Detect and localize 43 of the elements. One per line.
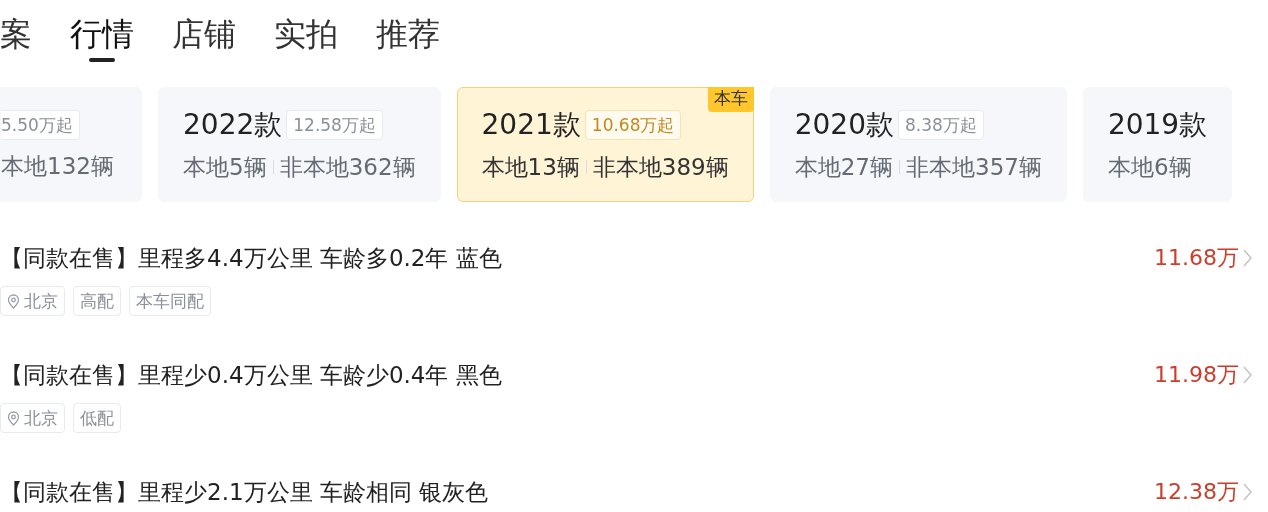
feature-tag: 低配 [73,403,121,433]
section-tab[interactable]: 案 [0,14,32,62]
chevron-right-icon [1243,366,1252,384]
local-count: 本地13辆 [481,152,580,181]
listing-price[interactable]: 12.38万 [1154,478,1239,506]
model-year: 2019款 [1107,108,1208,141]
price-tag: 8.38万起 [898,109,984,140]
section-tab[interactable]: 推荐 [376,14,440,62]
model-year: 2021款 [481,108,581,141]
feature-tag: 本车同配 [129,286,211,316]
listing-title[interactable]: 【同款在售】里程多4.4万公里 车龄多0.2年 蓝色 [0,244,502,272]
model-year-card[interactable]: 2022款 12.58万起 本地5辆 非本地362辆 [158,87,441,202]
location-pin-icon [7,293,20,309]
chevron-right-icon [1243,483,1252,501]
nonlocal-count: 非本地357辆 [906,152,1042,181]
local-count: 本地27辆 [794,152,893,181]
listing-price[interactable]: 11.98万 [1154,361,1239,389]
nonlocal-count: 非本地389辆 [592,152,729,181]
feature-tag: 高配 [73,286,121,316]
price-tag: 10.68万起 [584,109,682,140]
model-year-card[interactable]: 5.50万起 本地132辆 [0,87,142,202]
model-year: 2020款 [794,108,894,141]
listing-price[interactable]: 11.68万 [1154,244,1239,272]
model-year-card[interactable]: 2019款 本地6辆 [1082,87,1233,202]
section-tab[interactable]: 店铺 [172,14,236,62]
price-tag: 12.58万起 [286,109,383,140]
model-year: 2022款 [183,108,283,141]
current-car-badge: 本车 [707,87,754,112]
location-tag: 北京 [0,286,65,316]
location-tag: 北京 [0,403,65,433]
nonlocal-count: 非本地362辆 [279,152,416,181]
price-tag: 5.50万起 [1,109,80,140]
model-year-card[interactable]: 2020款 8.38万起 本地27辆 非本地357辆 [769,87,1067,202]
model-year-card[interactable]: 本车 2021款 10.68万起 本地13辆 非本地389辆 [456,87,754,202]
listing-title[interactable]: 【同款在售】里程少0.4万公里 车龄少0.4年 黑色 [0,361,502,389]
chevron-right-icon [1243,249,1252,267]
local-count: 本地132辆 [1,151,115,180]
listing-title[interactable]: 【同款在售】里程少2.1万公里 车龄相同 银灰色 [0,478,489,506]
section-tab[interactable]: 实拍 [274,14,338,62]
section-tab[interactable]: 行情 [70,14,134,62]
location-pin-icon [7,410,20,426]
local-count: 本地6辆 [1107,152,1192,181]
local-count: 本地5辆 [183,152,267,181]
